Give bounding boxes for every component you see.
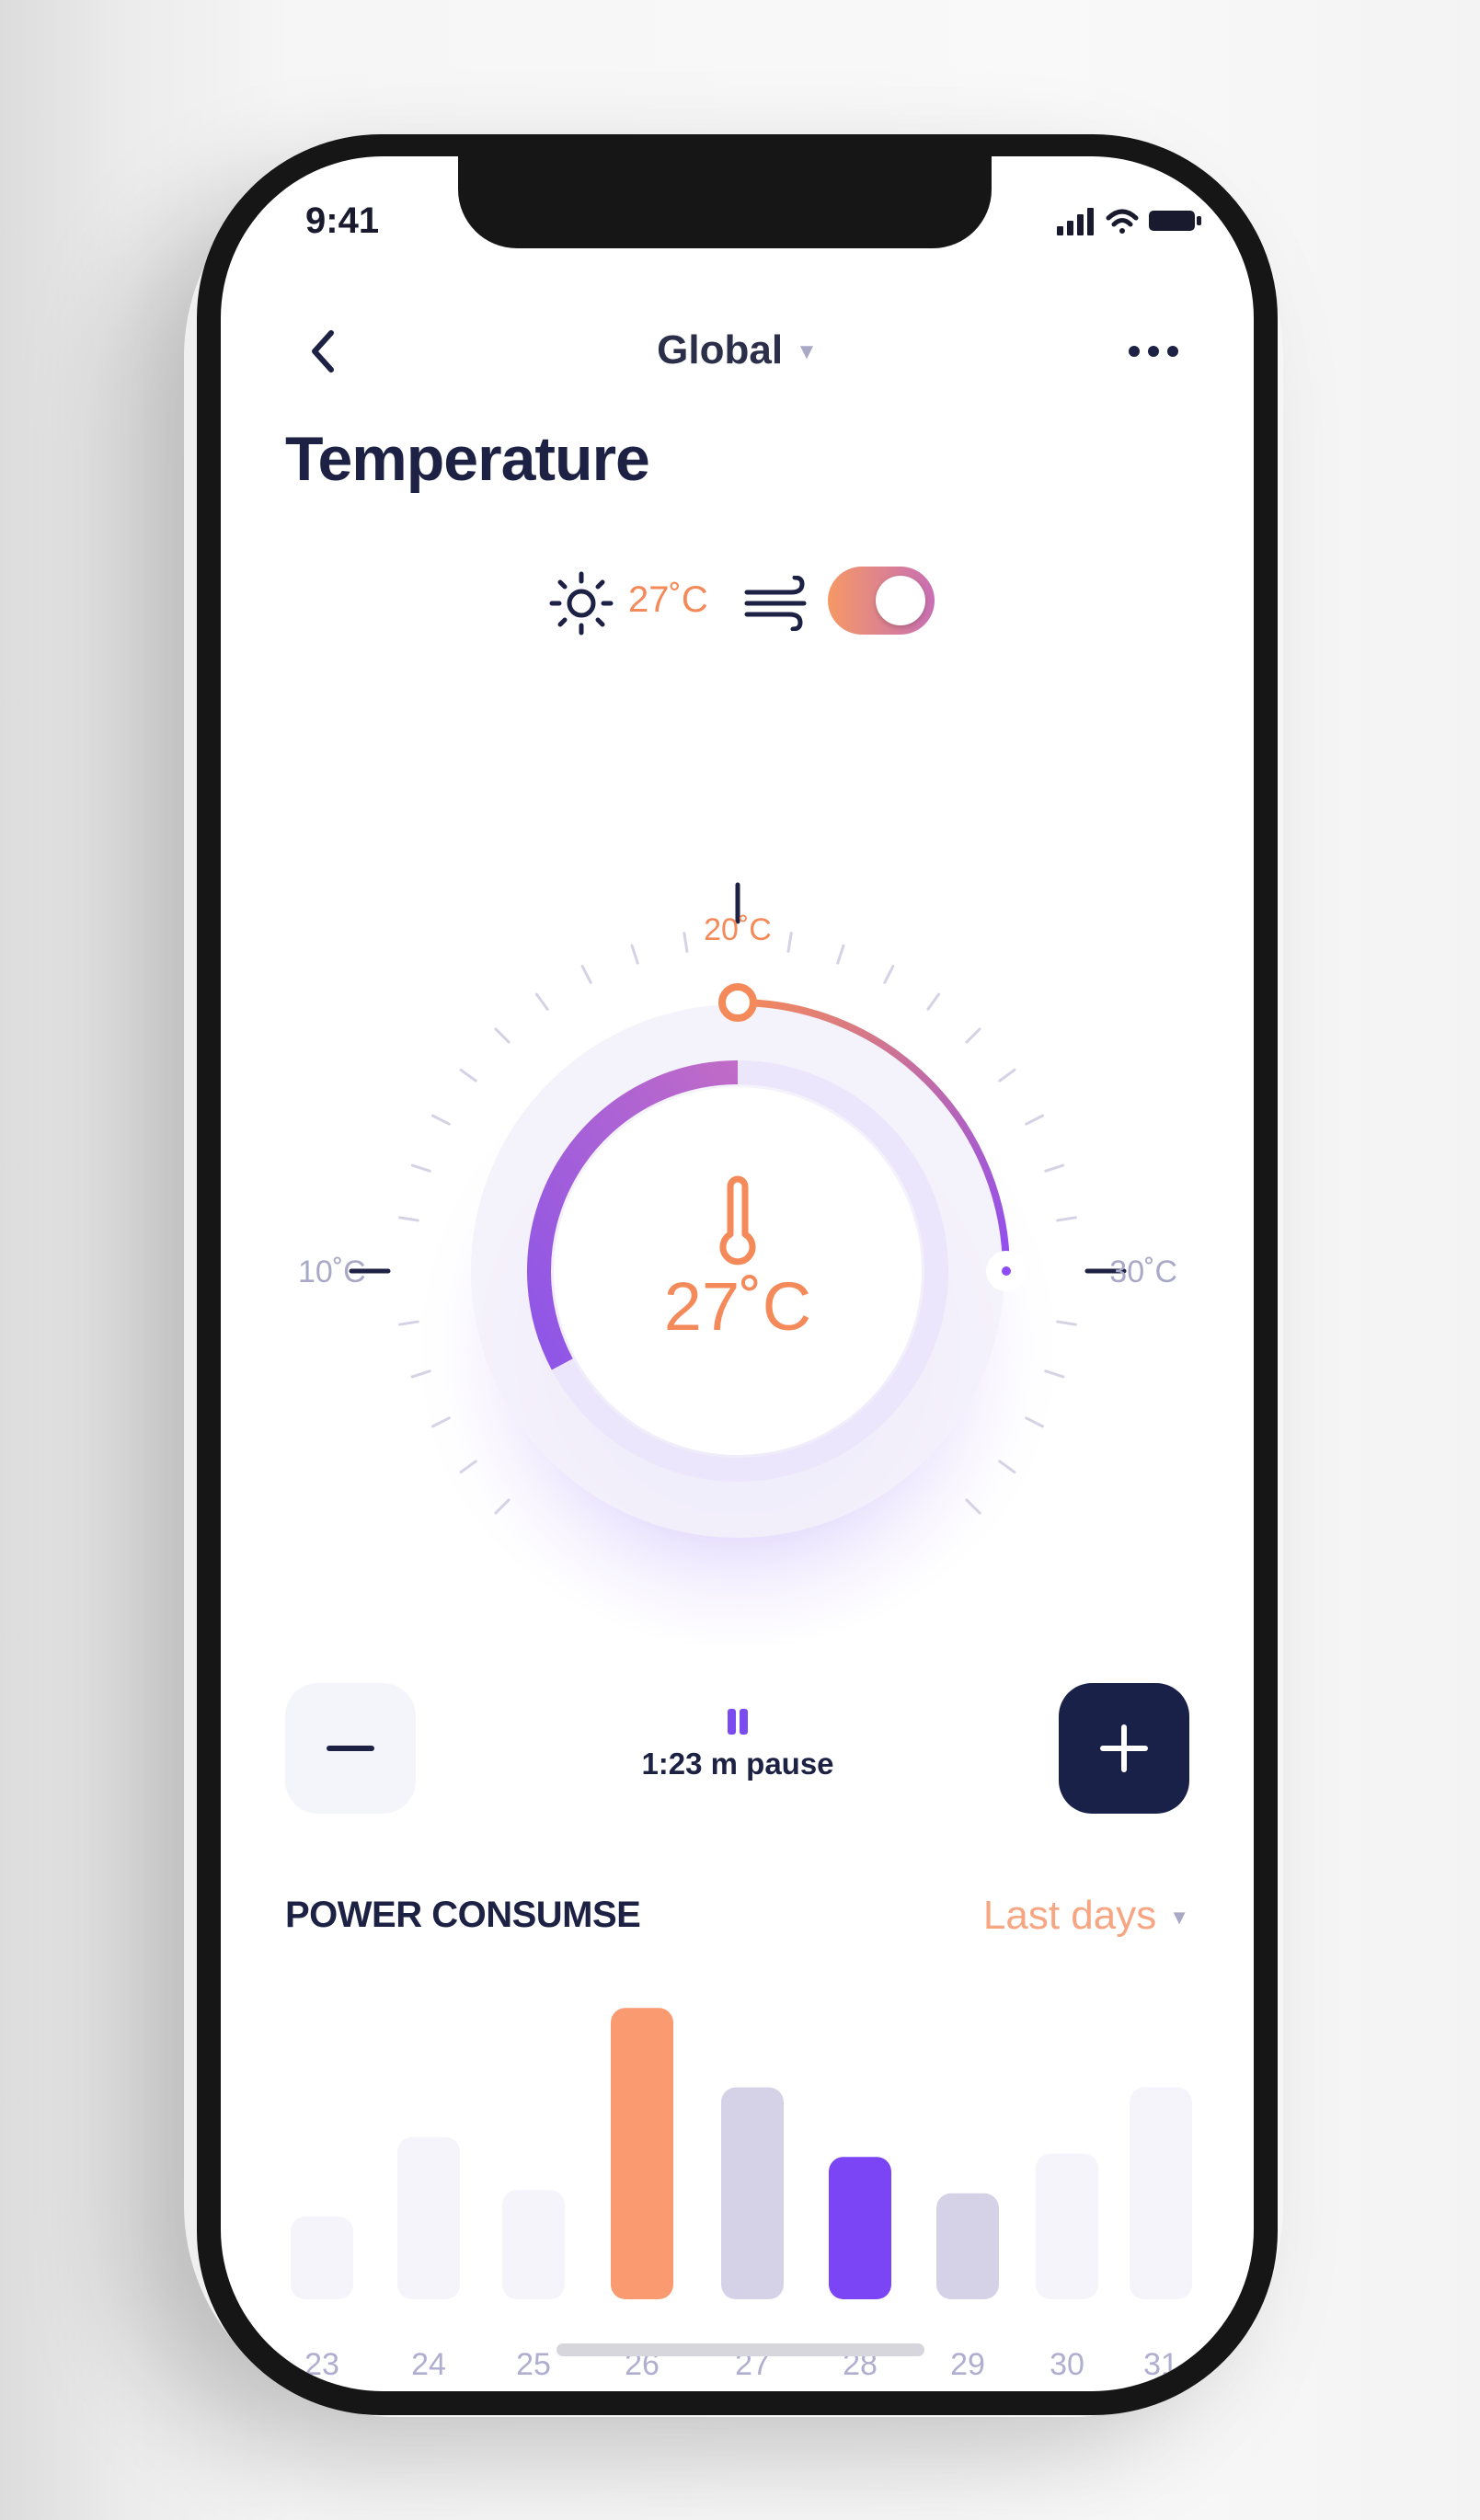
chart-bar-30[interactable] <box>1036 2153 1098 2299</box>
wifi-icon <box>1106 209 1139 234</box>
dial-tick <box>494 1027 511 1044</box>
chart-bar-23[interactable] <box>291 2216 353 2299</box>
status-time: 9:41 <box>305 200 380 241</box>
pause-text: 1:23 m pause <box>641 1747 834 1781</box>
center-temp: 27˚C <box>664 1268 811 1345</box>
wind-icon <box>744 576 807 631</box>
dial-tick <box>926 992 941 1011</box>
power-consumption-chart: 23 24 25 26 27 28 29 30 31 <box>291 2008 1192 2382</box>
dial-tick <box>410 1163 431 1173</box>
dial-label-right: 30˚C <box>1109 1254 1177 1289</box>
dial-tick <box>965 1027 981 1044</box>
status-icons <box>1057 208 1201 235</box>
chevron-down-icon: ▼ <box>796 339 818 365</box>
dial-tick <box>1044 1163 1065 1173</box>
dial-tick <box>398 1216 419 1222</box>
page-title: Temperature <box>285 424 650 494</box>
temperature-dial: 20˚C 10˚C 30˚C 27˚C <box>298 882 1177 1646</box>
chart-x-label: 29 <box>950 2347 985 2382</box>
outside-temp: 27˚C <box>628 579 708 620</box>
decrease-button[interactable] <box>285 1683 416 1814</box>
notch <box>458 156 992 248</box>
scope-dropdown[interactable]: Global ▼ <box>221 327 1254 373</box>
chart-bar-31[interactable] <box>1130 2087 1192 2299</box>
toggle-knob <box>876 576 925 625</box>
chart-x-label: 24 <box>411 2347 446 2382</box>
dial-tick <box>534 992 549 1011</box>
increase-button[interactable] <box>1059 1683 1189 1814</box>
dial-tick <box>683 932 689 953</box>
pause-button[interactable]: 1:23 m pause <box>554 1709 922 1781</box>
dial-tick <box>1025 1114 1044 1126</box>
dial-tick <box>883 965 895 984</box>
chart-x-label: 31 <box>1143 2347 1178 2382</box>
dial-tick <box>431 1114 451 1126</box>
dial-tick <box>998 1068 1016 1082</box>
range-dropdown[interactable]: Last days ▼ <box>983 1893 1189 1939</box>
power-section-title: POWER CONSUMSE <box>285 1895 641 1935</box>
ellipsis-icon <box>1129 346 1178 357</box>
top-nav: Global ▼ <box>221 313 1254 395</box>
chart-bar-25[interactable] <box>502 2190 565 2299</box>
scope-dropdown-label: Global <box>657 327 784 372</box>
control-row: 1:23 m pause <box>221 1683 1254 1821</box>
chevron-down-icon: ▼ <box>1169 1906 1189 1930</box>
chart-bar-28[interactable] <box>829 2157 891 2299</box>
dial-label-left: 10˚C <box>298 1254 366 1289</box>
phone-frame: 9:41 Global ▼ Temperature 27˚C 20˚C 10˚C… <box>197 134 1278 2415</box>
phone-screen: 9:41 Global ▼ Temperature 27˚C 20˚C 10˚C… <box>221 156 1254 2391</box>
ac-toggle[interactable] <box>828 567 935 635</box>
dial-tick <box>630 944 639 965</box>
dial-tick <box>580 965 592 984</box>
dial-end-dot <box>1002 1266 1011 1276</box>
chart-bar-27[interactable] <box>721 2087 784 2299</box>
dial-tick <box>459 1068 477 1082</box>
battery-icon <box>1149 211 1201 231</box>
chart-x-label: 25 <box>516 2347 551 2382</box>
pause-icon <box>724 1709 751 1736</box>
dial-label-top: 20˚C <box>704 912 772 947</box>
dial-tick <box>1056 1216 1077 1222</box>
dial-handle[interactable] <box>718 983 757 1022</box>
range-dropdown-label: Last days <box>982 1893 1157 1938</box>
dial-tick <box>836 944 845 965</box>
more-options-button[interactable] <box>1121 333 1186 370</box>
sun-icon <box>549 571 614 636</box>
dial-tick <box>786 932 793 953</box>
home-indicator <box>556 2343 924 2356</box>
weather-row: 27˚C <box>221 561 1254 644</box>
chart-bar-24[interactable] <box>397 2136 460 2299</box>
chart-x-label: 30 <box>1050 2347 1084 2382</box>
chart-x-label: 23 <box>304 2347 339 2382</box>
signal-icon <box>1057 208 1094 235</box>
minus-icon <box>327 1746 374 1751</box>
chart-bar-29[interactable] <box>936 2193 999 2299</box>
chart-bar-26[interactable] <box>611 2008 673 2299</box>
